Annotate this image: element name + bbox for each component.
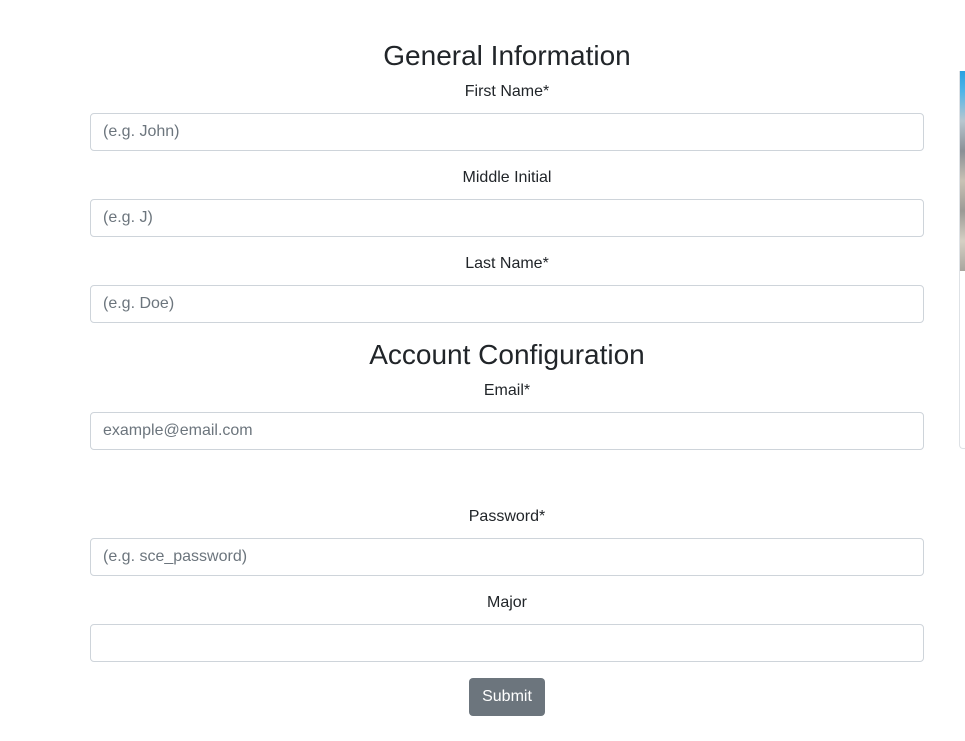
last-name-label: Last Name* bbox=[465, 255, 549, 272]
middle-initial-label: Middle Initial bbox=[462, 169, 552, 186]
first-name-label: First Name* bbox=[464, 83, 550, 100]
email-label: Email* bbox=[483, 382, 531, 399]
submit-button[interactable]: Submit bbox=[469, 678, 545, 716]
side-panel-image bbox=[960, 71, 965, 271]
first-name-input[interactable] bbox=[90, 113, 924, 151]
password-input[interactable] bbox=[90, 538, 924, 576]
general-information-heading: General Information bbox=[383, 40, 631, 71]
middle-initial-input[interactable] bbox=[90, 199, 924, 237]
registration-page: General Information First Name* Middle I… bbox=[0, 0, 965, 741]
email-input[interactable] bbox=[90, 412, 924, 450]
account-configuration-heading: Account Configuration bbox=[369, 339, 645, 370]
side-panel bbox=[959, 71, 965, 449]
password-label: Password* bbox=[468, 508, 546, 525]
last-name-input[interactable] bbox=[90, 285, 924, 323]
major-label: Major bbox=[486, 594, 527, 611]
major-input[interactable] bbox=[90, 624, 924, 662]
